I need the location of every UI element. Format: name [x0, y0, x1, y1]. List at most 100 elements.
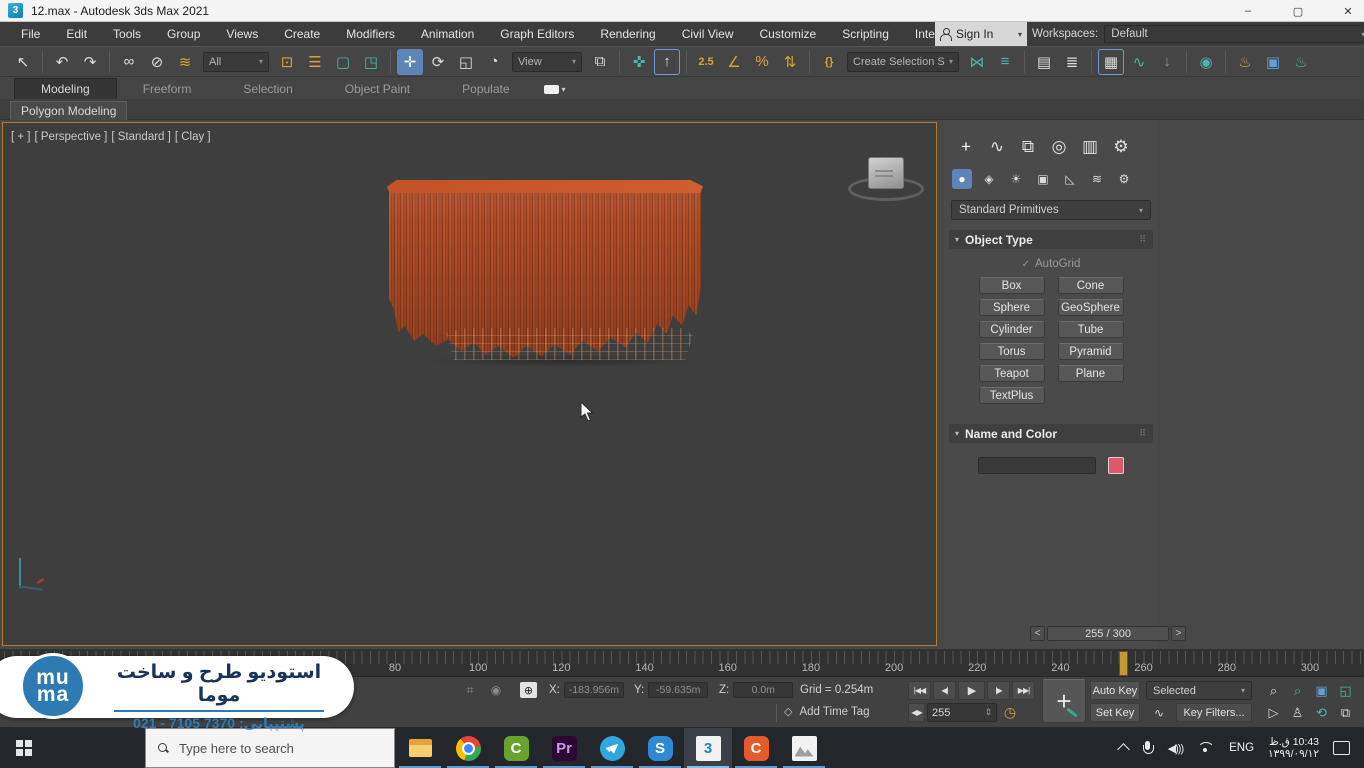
- perspective-viewport[interactable]: [ + ] [ Perspective ] [ Standard ] [ Cla…: [2, 122, 937, 646]
- viewcube[interactable]: [846, 155, 930, 203]
- menu-create[interactable]: Create: [271, 22, 333, 46]
- zoom-extents-selected-button[interactable]: ▣: [1310, 681, 1333, 700]
- select-and-move-button[interactable]: ✛: [397, 49, 423, 75]
- tray-expand-chevron-icon[interactable]: [1117, 743, 1130, 756]
- helpers-subtab[interactable]: ◺: [1060, 169, 1080, 189]
- name-color-rollout-header[interactable]: ▾ Name and Color ⠿: [949, 424, 1153, 443]
- select-object-cursor-button[interactable]: ⊡: [274, 49, 300, 75]
- zoom-all-button[interactable]: ⌕: [1286, 681, 1309, 700]
- hierarchy-tab[interactable]: ⧉: [1018, 137, 1038, 157]
- scene-object-chairs[interactable]: [446, 328, 693, 360]
- taskbar-search-input[interactable]: Type here to search: [145, 728, 395, 768]
- isolate-selection-icon[interactable]: ⌗: [460, 681, 480, 699]
- workspace-dropdown[interactable]: Default ▾: [1104, 25, 1364, 43]
- object-type-box-button[interactable]: Box: [979, 277, 1045, 294]
- display-tab[interactable]: ▥: [1080, 137, 1100, 157]
- restore-button[interactable]: ▢: [1288, 5, 1308, 18]
- next-frame-arrow-button[interactable]: >: [1171, 626, 1186, 641]
- key-filters-button[interactable]: Key Filters...: [1176, 703, 1252, 722]
- layer-explorer-button[interactable]: ≣: [1059, 49, 1085, 75]
- auto-key-button[interactable]: Auto Key: [1090, 681, 1140, 700]
- scene-explorer-button[interactable]: ▤: [1031, 49, 1057, 75]
- menu-edit[interactable]: Edit: [53, 22, 100, 46]
- maximize-viewport-button[interactable]: ⧉: [1334, 703, 1357, 722]
- object-type-plane-button[interactable]: Plane: [1058, 365, 1124, 382]
- ribbon-overflow-button[interactable]: ▾: [544, 82, 570, 96]
- keyboard-override-button[interactable]: ↑: [654, 49, 680, 75]
- object-type-cone-button[interactable]: Cone: [1058, 277, 1124, 294]
- taskbar-app-file-explorer[interactable]: [396, 728, 444, 768]
- go-to-end-button[interactable]: ▶▶|: [1012, 681, 1035, 700]
- object-type-sphere-button[interactable]: Sphere: [979, 299, 1045, 316]
- walk-through-button[interactable]: ♙: [1286, 703, 1309, 722]
- viewport-menu-general[interactable]: [ + ]: [11, 131, 31, 143]
- taskbar-app-chrome[interactable]: [444, 728, 492, 768]
- mirror-button[interactable]: ⋈: [964, 49, 990, 75]
- action-center-icon[interactable]: [1333, 741, 1350, 755]
- primitive-category-dropdown[interactable]: Standard Primitives ▾: [951, 200, 1151, 220]
- taskbar-app-3ds-max[interactable]: 3: [684, 728, 732, 768]
- viewport-menu-pov[interactable]: [ Perspective ]: [35, 131, 108, 143]
- previous-frame-button[interactable]: ◀|: [933, 681, 956, 700]
- zoom-extents-all-button[interactable]: ◱: [1334, 681, 1357, 700]
- current-frame-field[interactable]: 255 ⇕: [927, 703, 997, 722]
- undo-button[interactable]: ↶: [49, 49, 75, 75]
- align-button[interactable]: ≡: [992, 49, 1018, 75]
- window-crossing-button[interactable]: ◳: [358, 49, 384, 75]
- lights-subtab[interactable]: ☀: [1006, 169, 1026, 189]
- sign-in-button[interactable]: Sign In ▾: [935, 22, 1027, 46]
- object-type-cylinder-button[interactable]: Cylinder: [979, 321, 1045, 338]
- unlink-selection-button[interactable]: ⊘: [144, 49, 170, 75]
- ribbon-tab-modeling[interactable]: Modeling: [14, 78, 117, 99]
- spinner-snap-button[interactable]: ⇅: [777, 49, 803, 75]
- object-type-teapot-button[interactable]: Teapot: [979, 365, 1045, 382]
- taskbar-app-premiere-pro[interactable]: Pr: [540, 728, 588, 768]
- bind-to-space-warp-button[interactable]: ≋: [172, 49, 198, 75]
- microphone-icon[interactable]: [1142, 741, 1154, 756]
- ribbon-toggle-button[interactable]: ▦: [1098, 49, 1124, 75]
- scene-object-table-top[interactable]: [387, 180, 703, 195]
- schematic-view-button[interactable]: ↓: [1154, 49, 1180, 75]
- material-editor-button[interactable]: ◉: [1193, 49, 1219, 75]
- object-type-torus-button[interactable]: Torus: [979, 343, 1045, 360]
- select-object-button[interactable]: ↖: [10, 49, 36, 75]
- next-frame-button[interactable]: |▶: [987, 681, 1010, 700]
- object-type-tube-button[interactable]: Tube: [1058, 321, 1124, 338]
- menu-rendering[interactable]: Rendering: [587, 22, 668, 46]
- motion-tab[interactable]: ◎: [1049, 137, 1069, 157]
- viewport-menu-renderer[interactable]: [ Standard ]: [111, 131, 170, 143]
- previous-frame-arrow-button[interactable]: <: [1030, 626, 1045, 641]
- create-tab[interactable]: +: [956, 137, 976, 157]
- spinner-arrows-icon[interactable]: ⇕: [984, 707, 992, 718]
- shapes-subtab[interactable]: ◈: [979, 169, 999, 189]
- modify-tab[interactable]: ∿: [987, 137, 1007, 157]
- absolute-mode-transform-icon[interactable]: ⊕: [520, 682, 537, 698]
- named-selection-sets-dropdown[interactable]: Create Selection Se▾: [847, 52, 959, 72]
- object-type-geosphere-button[interactable]: GeoSphere: [1058, 299, 1124, 316]
- add-time-tag-button[interactable]: ◇ Add Time Tag: [784, 705, 870, 718]
- minimize-button[interactable]: –: [1238, 5, 1258, 17]
- render-production-button[interactable]: ♨: [1288, 49, 1314, 75]
- polygon-modeling-tab[interactable]: Polygon Modeling: [10, 101, 127, 120]
- select-and-scale-button[interactable]: ◱: [453, 49, 479, 75]
- select-and-manipulate-button[interactable]: ✜: [626, 49, 652, 75]
- go-to-start-button[interactable]: |◀◀: [908, 681, 931, 700]
- select-and-place-button[interactable]: ◔: [481, 49, 507, 75]
- use-pivot-center-button[interactable]: ⧉: [587, 49, 613, 75]
- speaker-icon[interactable]: ◀))): [1168, 742, 1183, 755]
- menu-views[interactable]: Views: [213, 22, 271, 46]
- selection-set-dropdown[interactable]: Selected ▾: [1146, 681, 1252, 700]
- ribbon-tab-object-paint[interactable]: Object Paint: [319, 79, 436, 99]
- taskbar-app-telegram[interactable]: [588, 728, 636, 768]
- geometry-subtab[interactable]: ●: [952, 169, 972, 189]
- z-coordinate-field[interactable]: 0.0m: [733, 682, 793, 698]
- taskbar-app-messenger-s[interactable]: S: [636, 728, 684, 768]
- default-tangents-button[interactable]: ∿: [1146, 703, 1172, 722]
- x-coordinate-field[interactable]: -183.956m: [564, 682, 624, 698]
- autogrid-checkbox[interactable]: ✓ AutoGrid: [949, 255, 1153, 273]
- menu-group[interactable]: Group: [154, 22, 213, 46]
- wifi-icon[interactable]: [1197, 742, 1215, 755]
- menu-animation[interactable]: Animation: [408, 22, 487, 46]
- cameras-subtab[interactable]: ▣: [1033, 169, 1053, 189]
- utilities-tab[interactable]: ⚙: [1111, 137, 1131, 157]
